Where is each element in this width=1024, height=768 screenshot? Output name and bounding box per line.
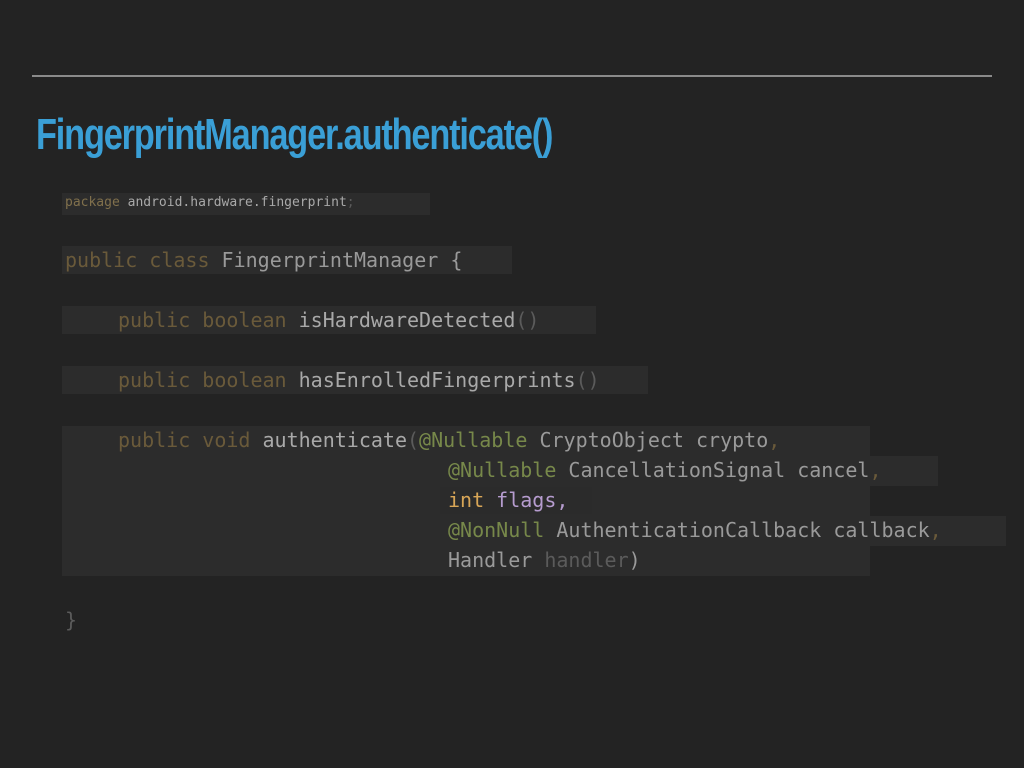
code-line-param-4: @NonNull AuthenticationCallback callback… — [448, 518, 942, 542]
code-keyword: package — [65, 195, 120, 210]
code-line-param-2: @Nullable CancellationSignal cancel, — [448, 458, 882, 482]
code-punctuation: , — [929, 518, 942, 542]
code-line-param-3: int flags, — [448, 488, 568, 512]
code-keyword: public boolean — [118, 368, 287, 392]
code-keyword: int — [448, 488, 485, 512]
code-parameter: CryptoObject crypto — [539, 428, 769, 452]
code-punctuation: , — [869, 458, 882, 482]
code-keyword: public class — [65, 248, 210, 272]
code-punctuation: () — [575, 368, 600, 392]
code-punctuation: ; — [346, 195, 355, 210]
code-parameter: handler — [544, 548, 629, 572]
code-method-name: isHardwareDetected — [298, 308, 516, 332]
code-keyword: public boolean — [118, 308, 287, 332]
code-line-method-3: public void authenticate(@Nullable Crypt… — [118, 428, 780, 452]
code-method-name: hasEnrolledFingerprints — [298, 368, 576, 392]
code-keyword: public void — [118, 428, 251, 452]
code-punctuation: ( — [407, 428, 420, 452]
code-parameter: CancellationSignal cancel — [568, 458, 870, 482]
code-line-method-2: public boolean hasEnrolledFingerprints() — [118, 368, 600, 392]
code-line-class-close: } — [65, 608, 77, 632]
code-punctuation: { — [450, 248, 463, 272]
code-annotation: @Nullable — [448, 458, 557, 482]
code-parameter: flags, — [496, 488, 569, 512]
code-line-param-5: Handler handler) — [448, 548, 641, 572]
code-line-method-1: public boolean isHardwareDetected() — [118, 308, 539, 332]
code-punctuation: () — [515, 308, 540, 332]
code-annotation: @Nullable — [419, 428, 528, 452]
code-identifier: FingerprintManager — [221, 248, 439, 272]
code-punctuation: } — [65, 608, 78, 632]
code-punctuation: , — [768, 428, 781, 452]
code-punctuation: ) — [628, 548, 641, 572]
code-annotation: @NonNull — [448, 518, 545, 542]
code-method-name: authenticate — [262, 428, 408, 452]
code-line-class: public class FingerprintManager { — [65, 248, 462, 272]
code-parameter: AuthenticationCallback callback — [556, 518, 930, 542]
code-line-package: package android.hardware.fingerprint; — [65, 195, 355, 210]
code-type: Handler — [448, 548, 533, 572]
code-identifier: android.hardware.fingerprint — [127, 195, 347, 210]
code-block: package android.hardware.fingerprint; pu… — [0, 0, 1024, 768]
